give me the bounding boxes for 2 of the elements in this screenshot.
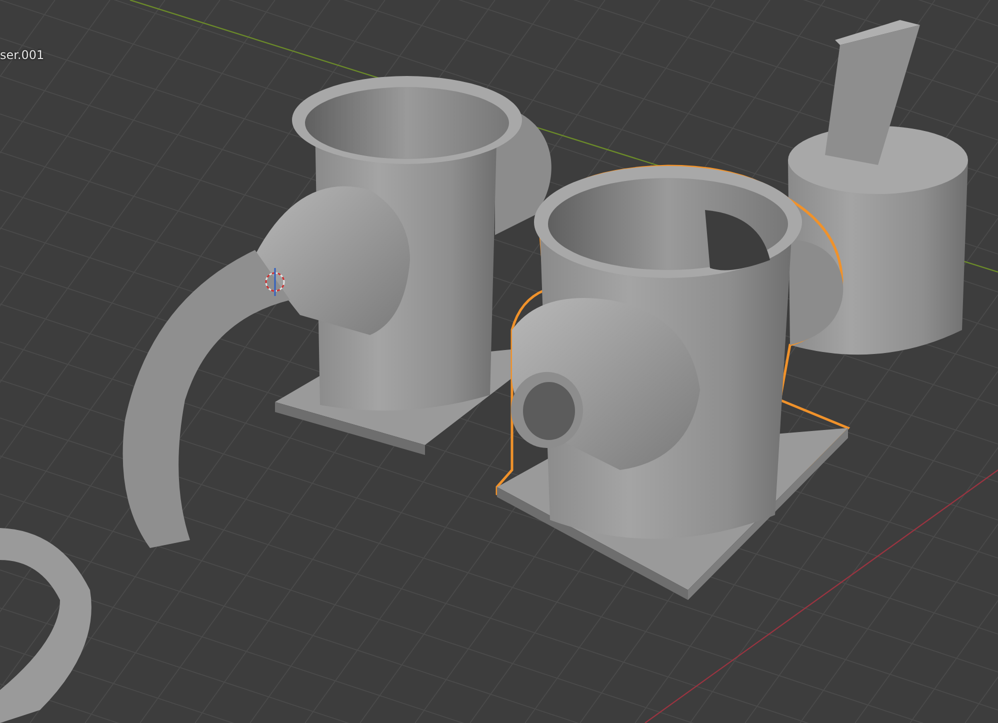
- object-name-label: ser.001: [0, 47, 44, 63]
- 3d-cursor-icon: [265, 268, 285, 296]
